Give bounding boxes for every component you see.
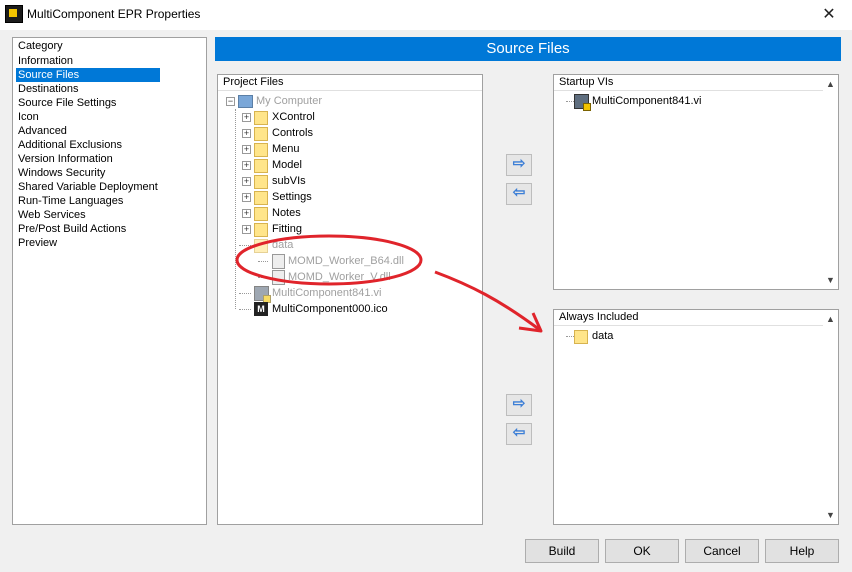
close-button[interactable]: ✕ <box>806 0 852 30</box>
remove-from-startup-button[interactable]: ⇦ <box>506 183 532 205</box>
title-bar: MultiComponent EPR Properties ✕ <box>0 0 852 30</box>
category-item-icon[interactable]: Icon <box>16 110 160 124</box>
help-button[interactable]: Help <box>765 539 839 563</box>
category-item-additional-exclusions[interactable]: Additional Exclusions <box>16 138 160 152</box>
category-header: Category <box>18 40 63 52</box>
tree-label-settings: Settings <box>272 191 312 203</box>
expand-icon[interactable]: + <box>242 113 251 122</box>
expand-icon[interactable]: + <box>242 177 251 186</box>
project-files-header: Project Files <box>218 75 482 91</box>
folder-icon <box>574 330 588 344</box>
folder-icon <box>254 191 268 205</box>
startup-vi-label: MultiComponent841.vi <box>592 95 702 107</box>
category-item-pre-post-build-actions[interactable]: Pre/Post Build Actions <box>16 222 160 236</box>
tree-label-menu: Menu <box>272 143 300 155</box>
scroll-up-icon[interactable]: ▲ <box>823 77 838 91</box>
folder-icon <box>254 223 268 237</box>
startup-vis-header: Startup VIs <box>554 75 823 91</box>
add-to-startup-button[interactable]: ⇨ <box>506 154 532 176</box>
expand-icon[interactable]: + <box>242 209 251 218</box>
project-files-panel: Project Files − My Computer + XControl +… <box>217 74 483 525</box>
category-list: Information Source Files Destinations So… <box>16 54 160 250</box>
annotation-arrow-head <box>518 312 543 333</box>
expand-icon[interactable]: + <box>242 161 251 170</box>
folder-icon <box>254 159 268 173</box>
folder-icon <box>254 175 268 189</box>
window-title: MultiComponent EPR Properties <box>27 7 201 21</box>
tree-label-ico: MultiComponent000.ico <box>272 303 388 315</box>
vi-icon <box>574 94 591 111</box>
category-item-run-time-languages[interactable]: Run-Time Languages <box>16 194 160 208</box>
category-item-windows-security[interactable]: Windows Security <box>16 166 160 180</box>
tree-label-model: Model <box>272 159 302 171</box>
folder-icon <box>254 111 268 125</box>
category-item-source-file-settings[interactable]: Source File Settings <box>16 96 160 110</box>
always-included-label: data <box>592 330 614 342</box>
page-title-banner: Source Files <box>215 37 841 61</box>
expand-icon[interactable]: + <box>242 129 251 138</box>
always-included-header: Always Included <box>554 310 823 326</box>
always-included-panel: Always Included data ▲ ▼ <box>553 309 839 525</box>
tree-label-vi: MultiComponent841.vi <box>272 287 382 299</box>
build-button[interactable]: Build <box>525 539 599 563</box>
scroll-down-icon[interactable]: ▼ <box>823 273 838 287</box>
category-item-destinations[interactable]: Destinations <box>16 82 160 96</box>
vertical-scrollbar[interactable]: ▲ ▼ <box>823 75 838 289</box>
folder-icon <box>254 127 268 141</box>
vertical-scrollbar[interactable]: ▲ ▼ <box>823 310 838 524</box>
tree-label-subvis: subVIs <box>272 175 306 187</box>
computer-icon <box>238 95 253 108</box>
startup-vis-panel: Startup VIs MultiComponent841.vi ▲ ▼ <box>553 74 839 290</box>
category-item-information[interactable]: Information <box>16 54 160 68</box>
ico-file-icon: M <box>254 302 268 316</box>
expand-icon[interactable]: + <box>242 225 251 234</box>
ok-button[interactable]: OK <box>605 539 679 563</box>
category-item-shared-variable-deployment[interactable]: Shared Variable Deployment <box>16 180 160 194</box>
folder-icon <box>254 207 268 221</box>
tree-label-dll-b64: MOMD_Worker_B64.dll <box>288 255 404 267</box>
category-item-advanced[interactable]: Advanced <box>16 124 160 138</box>
tree-label-my-computer: My Computer <box>256 95 323 107</box>
tree-label-dll-v: MOMD_Worker_V.dll <box>288 271 391 283</box>
category-panel: Category Information Source Files Destin… <box>12 37 207 525</box>
scroll-down-icon[interactable]: ▼ <box>823 508 838 522</box>
remove-from-always-included-button[interactable]: ⇦ <box>506 423 532 445</box>
collapse-icon[interactable]: − <box>226 97 235 106</box>
folder-icon <box>254 239 268 253</box>
tree-guide-line <box>235 109 236 309</box>
expand-icon[interactable]: + <box>242 193 251 202</box>
category-item-preview[interactable]: Preview <box>16 236 160 250</box>
tree-label-fitting: Fitting <box>272 223 302 235</box>
scroll-up-icon[interactable]: ▲ <box>823 312 838 326</box>
add-to-always-included-button[interactable]: ⇨ <box>506 394 532 416</box>
category-item-source-files[interactable]: Source Files <box>16 68 160 82</box>
labview-app-icon <box>5 5 23 23</box>
dll-icon <box>272 254 285 269</box>
category-item-version-information[interactable]: Version Information <box>16 152 160 166</box>
expand-icon[interactable]: + <box>242 145 251 154</box>
tree-label-xcontrol: XControl <box>272 111 315 123</box>
tree-label-controls: Controls <box>272 127 313 139</box>
category-item-web-services[interactable]: Web Services <box>16 208 160 222</box>
vi-icon <box>254 286 271 303</box>
dll-icon <box>272 270 285 285</box>
folder-icon <box>254 143 268 157</box>
cancel-button[interactable]: Cancel <box>685 539 759 563</box>
tree-label-data: data <box>272 239 294 251</box>
tree-label-notes: Notes <box>272 207 301 219</box>
